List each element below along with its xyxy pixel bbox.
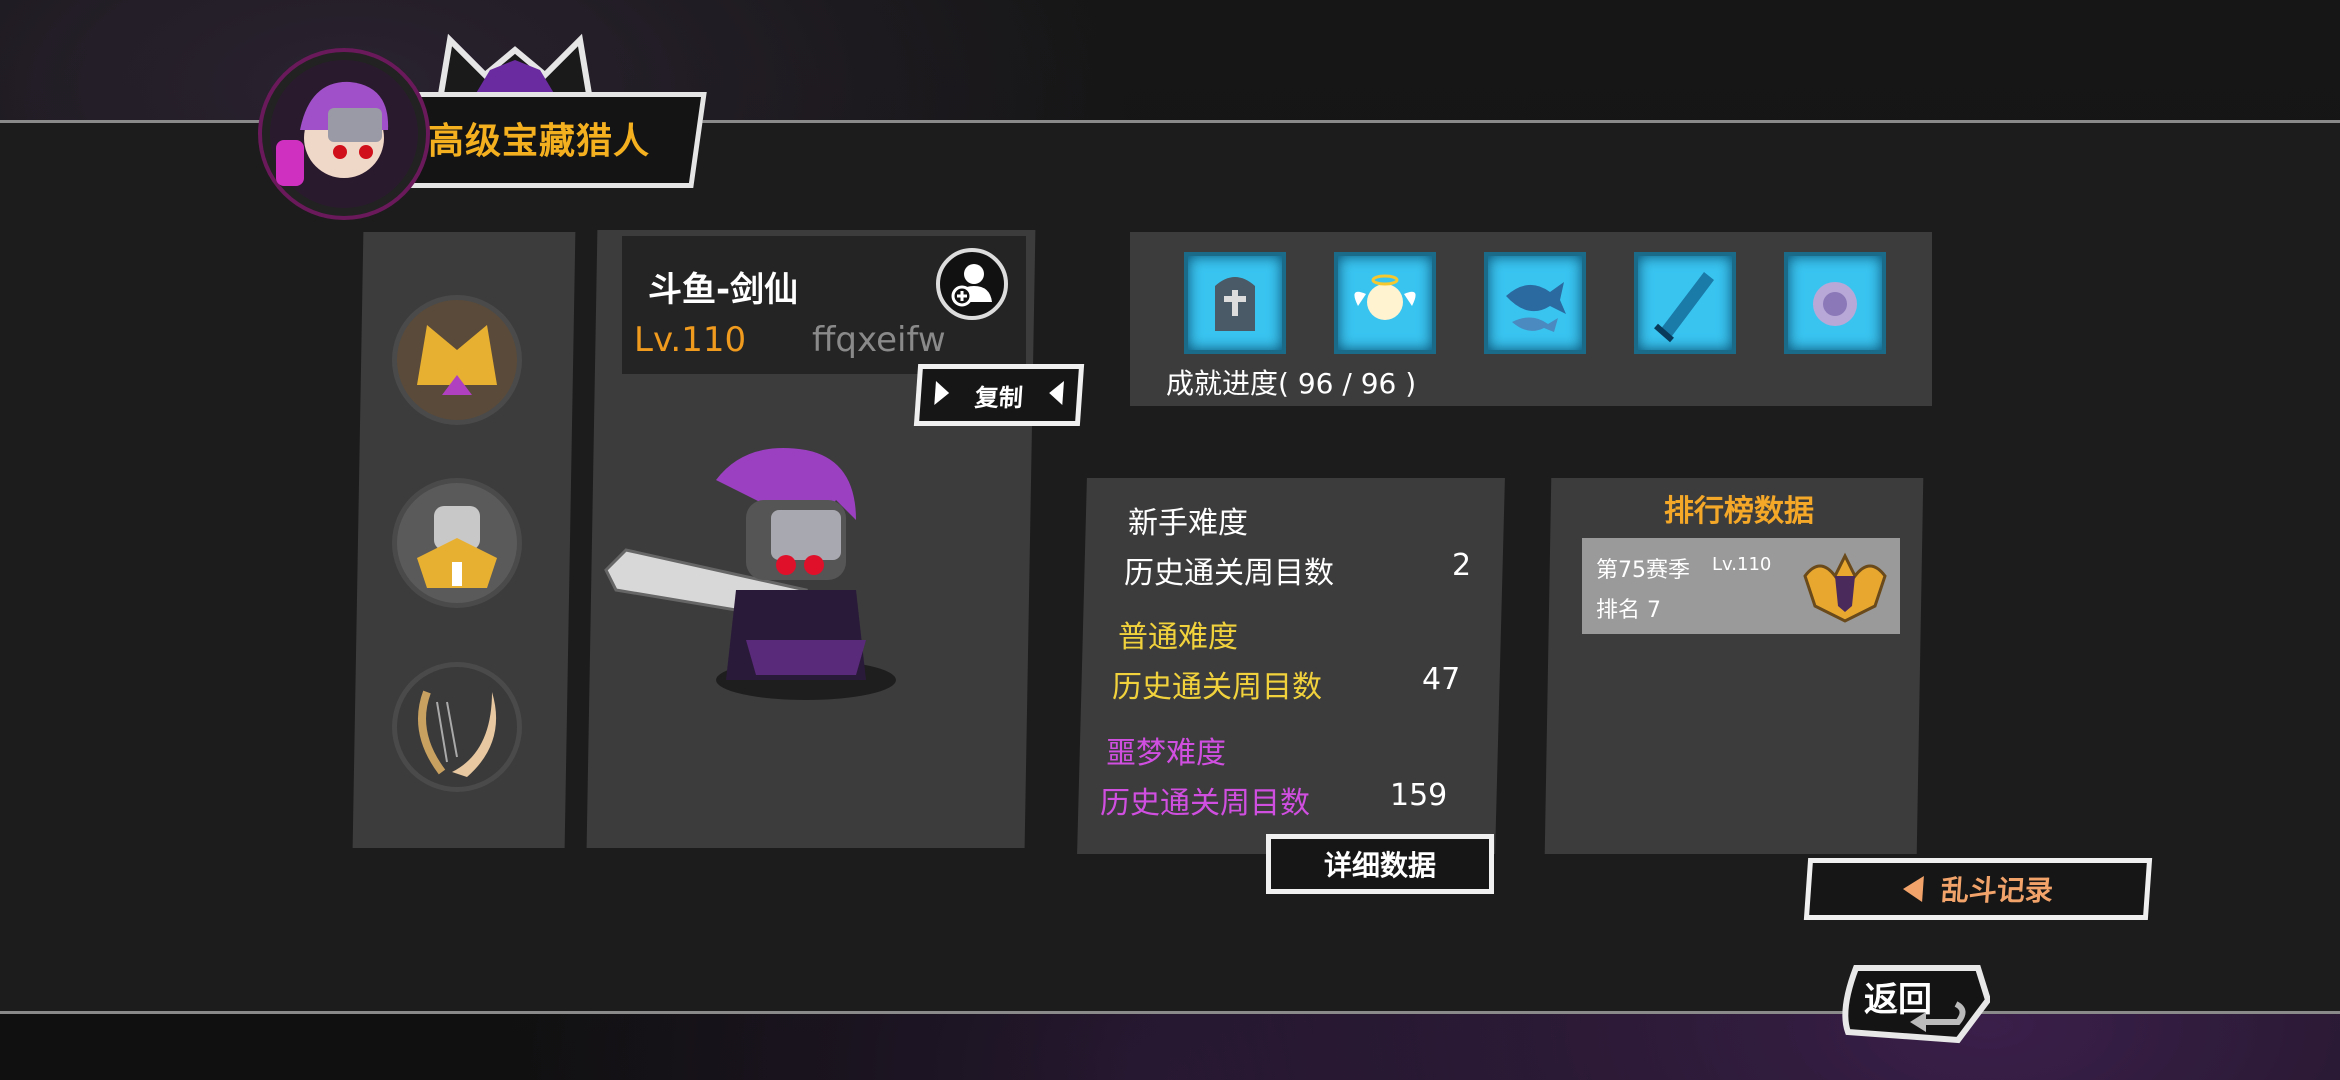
golden-crest-icon [397, 300, 517, 420]
leaderboard-panel [1544, 478, 1924, 854]
add-friend-icon [951, 264, 992, 307]
back-arrow-icon [1902, 876, 1924, 902]
harp-feather-skill[interactable] [392, 662, 522, 792]
return-button[interactable]: 返回 [1838, 960, 1992, 1044]
normal-difficulty-title: 普通难度 [1118, 620, 1238, 655]
copy-label: 复制 [973, 383, 1024, 412]
nightmare-difficulty-title: 噩梦难度 [1106, 736, 1226, 771]
golden-crest-skill[interactable] [392, 295, 522, 425]
tombstone-icon[interactable] [1184, 252, 1286, 354]
harp-feather-icon [397, 667, 517, 787]
season-label: 第75赛季 [1596, 558, 1690, 583]
fish-icon[interactable] [1484, 252, 1586, 354]
player-level: Lv.110 [634, 320, 747, 360]
player-id: ffqxeifw [812, 320, 946, 360]
knight-avatar-icon [276, 81, 389, 186]
copy-right-arrow-icon [1048, 381, 1064, 405]
rank-crest-icon [1803, 552, 1887, 623]
novice-difficulty-title: 新手难度 [1128, 506, 1248, 541]
season-level: Lv.110 [1712, 554, 1772, 575]
season-rank: 排名 7 [1596, 598, 1661, 623]
copy-left-arrow-icon [934, 381, 950, 405]
player-title: 高级宝藏猎人 [428, 121, 651, 162]
armored-knight-skill[interactable] [392, 478, 522, 608]
crystal-sword-icon[interactable] [1634, 252, 1736, 354]
brawl-record-label: 乱斗记录 [1939, 874, 2055, 907]
armored-knight-icon [397, 483, 517, 603]
nightmare-clear-label: 历史通关周目数 [1100, 786, 1310, 821]
player-name: 斗鱼-剑仙 [648, 270, 799, 310]
spirit-icon[interactable] [1784, 252, 1886, 354]
add-friend-button[interactable] [936, 248, 1008, 320]
achievement-progress: 成就进度( 96 / 96 ) [1166, 367, 1417, 400]
nightmare-clear-value: 159 [1390, 778, 1448, 813]
leaderboard-title: 排行榜数据 [1664, 494, 1814, 529]
angel-icon[interactable] [1334, 252, 1436, 354]
details-label: 详细数据 [1323, 849, 1436, 882]
brawl-record-button[interactable]: 乱斗记录 [1803, 858, 2153, 920]
knight-character-icon [604, 448, 896, 700]
normal-clear-value: 47 [1422, 662, 1461, 697]
details-button[interactable]: 详细数据 [1266, 834, 1494, 894]
season-rank-card[interactable]: 第75赛季 Lv.110 排名 7 [1582, 538, 1900, 634]
novice-clear-label: 历史通关周目数 [1124, 556, 1334, 591]
copy-id-button[interactable]: 复制 [913, 364, 1085, 426]
player-avatar[interactable] [262, 52, 426, 216]
normal-clear-label: 历史通关周目数 [1112, 670, 1322, 705]
novice-clear-value: 2 [1452, 548, 1472, 583]
return-label: 返回 [1864, 980, 1932, 1020]
